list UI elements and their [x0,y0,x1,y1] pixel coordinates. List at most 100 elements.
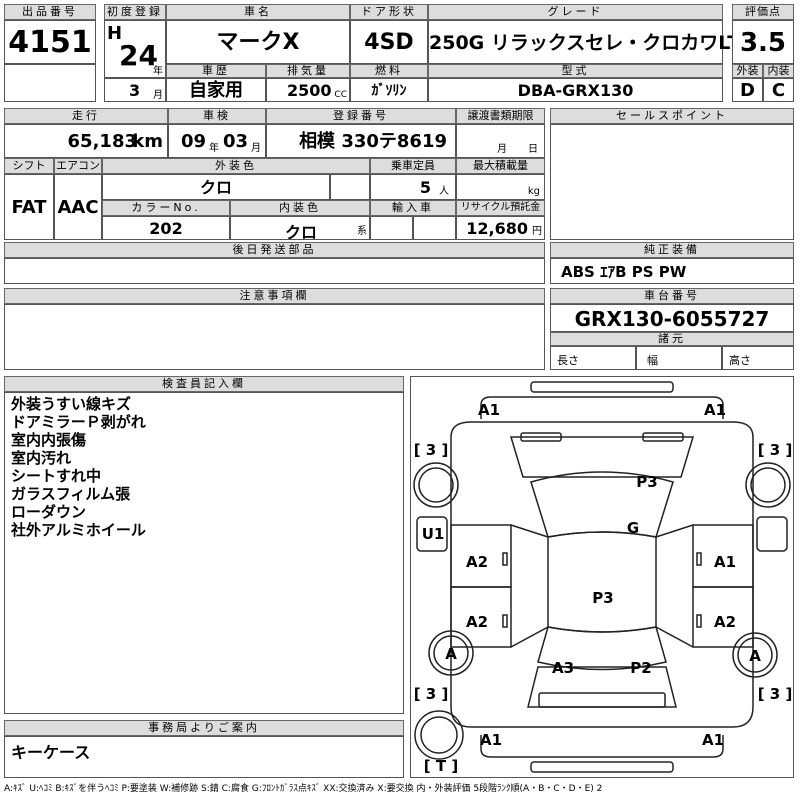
recycle-box: 12,680 円 [456,216,545,240]
inspection-box: 09 年 03 月 [168,124,266,158]
score: 3.5 [732,20,794,64]
inspector-line: ガラスフィルム張 [11,485,131,503]
header-block: 出品番号 4151 初度登録 H 24 年 3 月 車名 マークX ドア形状 4… [4,4,794,102]
mark-glass: G [627,519,639,537]
inspector-line: 社外アルミホイール [11,521,146,539]
mark-trunk-left: A3 [552,659,574,677]
car-diagram: A1 A1 [ 3 ] [ 3 ] P3 U1 G A2 A1 P3 A2 A2… [413,381,793,775]
body-outline [450,421,754,728]
inspector-line: シートすれ中 [11,467,102,485]
recycle-unit: 円 [532,226,542,237]
mark-windshield: P3 [636,473,657,491]
grade-label: グレード [428,4,723,20]
mark-spare-tire: [ T ] [424,757,458,775]
office-label: 事務局よりご案内 [4,720,404,736]
model: DBA-GRX130 [428,78,723,102]
rear-bumper [480,735,724,758]
load-box: kg [456,174,545,200]
capacity-label: 乗車定員 [370,158,456,174]
transfer-box: 月 日 [456,124,545,158]
mark-trunk-right: P2 [630,659,651,677]
color-extra [330,174,370,200]
displacement-box: 2500 CC [266,78,350,102]
shift-label: シフト [4,158,54,174]
transfer-day: 日 [528,144,538,155]
mileage-unit: km [132,131,163,152]
int-color-unit: 系 [357,226,367,237]
hood [509,436,695,478]
int-color-box: クロ 系 [230,216,370,242]
fuel: ｶﾞｿﾘﾝ [350,78,428,102]
reg-month: 3 [129,81,141,100]
ext-label: 外装 [732,64,763,78]
model-label: 型式 [428,64,723,78]
tire-front-left-inner [418,467,454,503]
score-label: 評価点 [732,4,794,20]
tire-front-right-inner [750,467,786,503]
lot-label: 出品番号 [4,4,96,20]
history: 自家用 [166,78,266,102]
sales-box [550,124,794,240]
name-label: 車名 [166,4,350,20]
mark-left-fender: U1 [422,525,445,543]
plate-label: 登録番号 [266,108,456,124]
mileage-label: 走行 [4,108,168,124]
inspector-line: ドアミラーＰ剥がれ [11,413,146,431]
lot-blank [4,64,96,102]
office-note: キーケース [4,736,404,778]
mileage-box: 65,183 km [4,124,168,158]
damage-diagram: A1 A1 [ 3 ] [ 3 ] P3 U1 G A2 A1 P3 A2 A2… [410,376,794,778]
trunk [527,666,677,708]
first-reg-month: 3 月 [104,78,166,102]
mark-rear-tire-left-grade: [ 3 ] [414,685,449,703]
inspector-box: 外装うすい線キズ ドアミラーＰ剥がれ 室内内張傷 室内汚れ シートすれ中 ガラス… [4,392,404,714]
displacement-label: 排気量 [266,64,350,78]
first-reg-year: H 24 年 [104,20,166,78]
spare-tire [414,710,464,760]
first-reg-label: 初度登録 [104,4,166,20]
mark-roof: P3 [592,589,613,607]
color-no-label: カラーNo. [102,200,230,216]
mark-rear-bumper-left: A1 [480,731,502,749]
plate: 相模 330テ8619 [266,124,456,158]
mark-rear-bumper-right: A1 [702,731,724,749]
later-box [4,258,545,284]
mark-front-tire-left: [ 3 ] [414,441,449,459]
shift: FAT [4,174,54,240]
mileage: 65,183 [67,131,137,152]
inspector-line: 室内汚れ [11,449,72,467]
mirror-right [756,516,788,552]
door-type: 4SD [350,20,428,64]
int-label: 内装 [763,64,794,78]
mark-rear-tire-right: A [749,647,761,665]
mark-rear-tire-right-grade: [ 3 ] [758,685,793,703]
capacity-unit: 人 [439,186,449,197]
spec-length: 長さ [550,346,636,370]
chassis-label: 車台番号 [550,288,794,304]
mark-left-front-door: A2 [466,553,488,571]
displacement: 2500 [287,81,332,100]
recycle-label: リサイクル預託金 [456,200,545,216]
spec-width: 幅 [636,346,722,370]
int-color-label: 内装色 [230,200,370,216]
insp-month: 03 [223,131,249,152]
equipment: ABS ｴｱB PS PW [550,258,794,284]
fuel-label: 燃料 [350,64,428,78]
mark-right-front-door: A1 [714,553,736,571]
recycle: 12,680 [466,219,528,238]
transfer-label: 譲渡書類期限 [456,108,545,124]
sales-label: セールスポイント [550,108,794,124]
equipment-label: 純正装備 [550,242,794,258]
insp-year: 09 [181,131,207,152]
load-unit: kg [527,186,540,197]
ext-score: D [732,78,763,102]
inspector-line: 室内内張傷 [11,431,87,449]
import-label: 輸入車 [370,200,456,216]
color-no: 202 [102,216,230,240]
month-unit: 月 [153,90,163,101]
spec-label: 諸元 [550,332,794,346]
history-label: 車歴 [166,64,266,78]
insp-month-unit: 月 [251,143,261,154]
insp-year-unit: 年 [209,143,219,154]
mark-front-bumper-left: A1 [478,401,500,419]
